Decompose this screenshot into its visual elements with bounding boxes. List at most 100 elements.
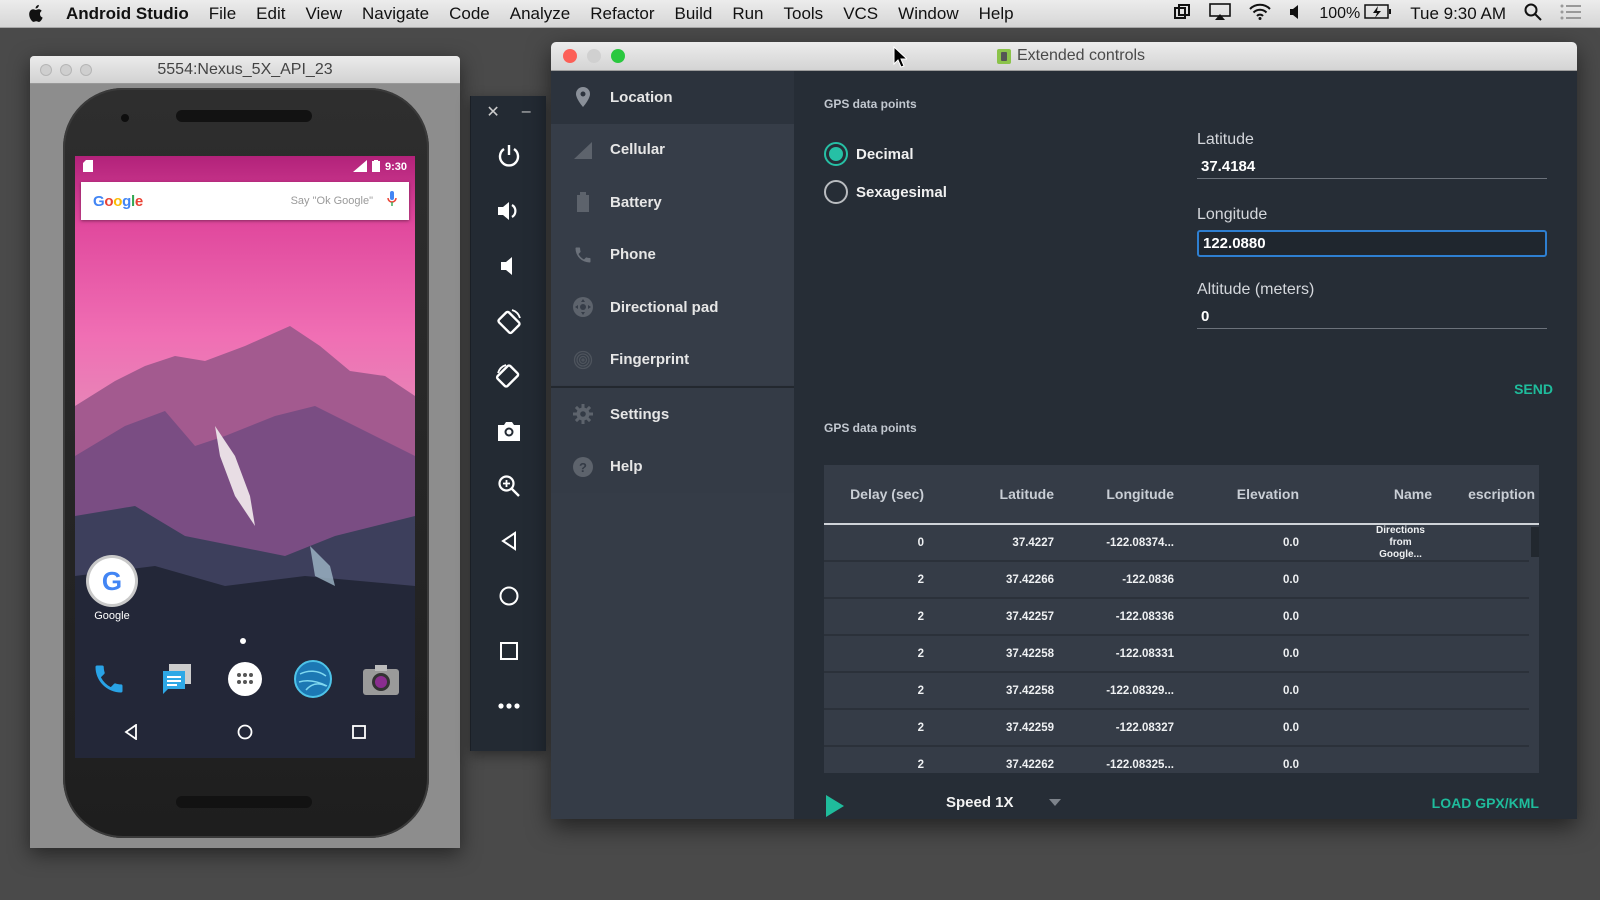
table-row[interactable]: 2 37.42262 -122.08325... 0.0 (824, 747, 1529, 773)
menu-run[interactable]: Run (732, 4, 763, 24)
app-drawer-icon[interactable] (224, 658, 266, 700)
browser-icon[interactable] (292, 658, 334, 700)
column-header-elevation[interactable]: Elevation (1174, 486, 1299, 502)
more-button[interactable] (471, 678, 546, 733)
battery-status-icon (371, 159, 380, 175)
load-gpx-kml-button[interactable]: LOAD GPX/KML (1432, 795, 1539, 811)
sidebar-item-location[interactable]: Location (551, 71, 794, 124)
menu-tools[interactable]: Tools (784, 4, 824, 24)
android-recents-button[interactable] (351, 724, 366, 744)
radio-decimal[interactable]: Decimal (824, 142, 914, 166)
svg-text:?: ? (579, 460, 587, 475)
battery-charging-icon[interactable] (1364, 4, 1392, 24)
column-header-longitude[interactable]: Longitude (1054, 486, 1174, 502)
longitude-input[interactable] (1197, 230, 1547, 257)
android-home-button[interactable] (237, 724, 253, 745)
back-button[interactable] (471, 513, 546, 568)
camera-icon[interactable] (360, 658, 402, 700)
menu-help[interactable]: Help (979, 4, 1014, 24)
extended-controls-window: Extended controls Location Cellular Batt… (551, 42, 1577, 819)
battery-percent: 100% (1319, 5, 1361, 22)
column-header-description[interactable]: escription (1432, 486, 1535, 502)
menu-code[interactable]: Code (449, 4, 490, 24)
speed-value: Speed 1X (946, 794, 1014, 811)
emulator-title-bar[interactable]: 5554:Nexus_5X_API_23 (30, 56, 460, 84)
toolbar-close-icon[interactable]: ✕ (486, 102, 499, 122)
menu-view[interactable]: View (305, 4, 342, 24)
cell-latitude: 37.42266 (1006, 573, 1054, 586)
menu-edit[interactable]: Edit (256, 4, 285, 24)
table-row[interactable]: 2 37.42257 -122.08336 0.0 (824, 599, 1529, 636)
home-icon (499, 586, 518, 605)
android-time: 9:30 (384, 161, 407, 173)
send-button[interactable]: SEND (1514, 381, 1553, 397)
rotate-right-button[interactable] (471, 348, 546, 403)
sidebar-item-help[interactable]: ? Help (551, 441, 794, 494)
home-button[interactable] (471, 568, 546, 623)
menu-build[interactable]: Build (675, 4, 713, 24)
sidebar-item-settings[interactable]: Settings (551, 388, 794, 441)
latitude-label: Latitude (1197, 131, 1254, 148)
gps-data-table: Delay (sec) Latitude Longitude Elevation… (824, 465, 1539, 773)
extended-controls-title-bar[interactable]: Extended controls (551, 42, 1577, 71)
table-row[interactable]: 0 37.4227 -122.08374... 0.0 Directions from … (824, 525, 1529, 562)
altitude-input[interactable] (1197, 305, 1547, 329)
zoom-button[interactable] (471, 458, 546, 513)
cell-elevation: 0.0 (1283, 573, 1299, 586)
cell-elevation: 0.0 (1283, 758, 1299, 771)
volume-icon[interactable] (1289, 4, 1301, 25)
spotlight-search-icon[interactable] (1524, 3, 1542, 26)
microphone-icon[interactable] (387, 191, 397, 211)
android-back-button[interactable] (124, 722, 138, 745)
cell-longitude: -122.08331 (1115, 647, 1174, 660)
airplay-icon[interactable] (1209, 2, 1232, 26)
play-icon[interactable] (826, 795, 844, 817)
messages-icon[interactable] (156, 658, 198, 700)
cell-elevation: 0.0 (1283, 647, 1299, 660)
menu-app-name[interactable]: Android Studio (66, 4, 189, 24)
zoom-icon (497, 474, 520, 497)
radio-sexagesimal[interactable]: Sexagesimal (824, 180, 947, 204)
speed-dropdown[interactable]: Speed 1X (934, 786, 1069, 819)
android-status-bar: 9:30 (75, 156, 415, 178)
sidebar-item-directional-pad[interactable]: Directional pad (551, 281, 794, 334)
volume-down-button[interactable] (471, 238, 546, 293)
toolbar-minimize-icon[interactable]: – (522, 103, 531, 121)
table-row[interactable]: 2 37.42259 -122.08327 0.0 (824, 710, 1529, 747)
menu-analyze[interactable]: Analyze (510, 4, 570, 24)
table-row[interactable]: 2 37.42258 -122.08331 0.0 (824, 636, 1529, 673)
google-search-bar[interactable]: Google Say "Ok Google" (81, 182, 409, 220)
latitude-field: Latitude (1197, 131, 1547, 179)
device-screen[interactable]: 9:30 Google Say "Ok Google" G Google (75, 156, 415, 758)
power-button[interactable] (471, 128, 546, 183)
cell-longitude: -122.08327 (1115, 721, 1174, 734)
menu-vcs[interactable]: VCS (843, 4, 878, 24)
notification-center-icon[interactable] (1560, 4, 1582, 25)
sidebar-item-cellular[interactable]: Cellular (551, 124, 794, 177)
menu-window[interactable]: Window (898, 4, 958, 24)
column-header-delay[interactable]: Delay (sec) (824, 486, 924, 502)
screen-mirror-icon[interactable] (1173, 3, 1191, 26)
wifi-icon[interactable] (1249, 3, 1272, 25)
overview-button[interactable] (471, 623, 546, 678)
table-row[interactable]: 2 37.42258 -122.08329... 0.0 (824, 673, 1529, 710)
screenshot-button[interactable] (471, 403, 546, 458)
phone-icon[interactable] (88, 658, 130, 700)
more-icon (497, 702, 520, 709)
column-header-name[interactable]: Name (1299, 486, 1432, 502)
volume-up-button[interactable] (471, 183, 546, 238)
clock[interactable]: Tue 9:30 AM (1410, 4, 1506, 24)
column-header-latitude[interactable]: Latitude (924, 486, 1054, 502)
rotate-left-button[interactable] (471, 293, 546, 348)
table-row[interactable]: 2 37.42266 -122.0836 0.0 (824, 562, 1529, 599)
sidebar-item-phone[interactable]: Phone (551, 229, 794, 282)
google-app-shortcut[interactable]: G Google (87, 558, 137, 622)
menu-navigate[interactable]: Navigate (362, 4, 429, 24)
menu-file[interactable]: File (209, 4, 236, 24)
apple-menu-icon[interactable] (24, 4, 46, 23)
sidebar-item-fingerprint[interactable]: Fingerprint (551, 334, 794, 387)
latitude-input[interactable] (1197, 155, 1547, 179)
table-scrollbar[interactable] (1531, 527, 1539, 557)
menu-refactor[interactable]: Refactor (590, 4, 654, 24)
sidebar-item-battery[interactable]: Battery (551, 176, 794, 229)
